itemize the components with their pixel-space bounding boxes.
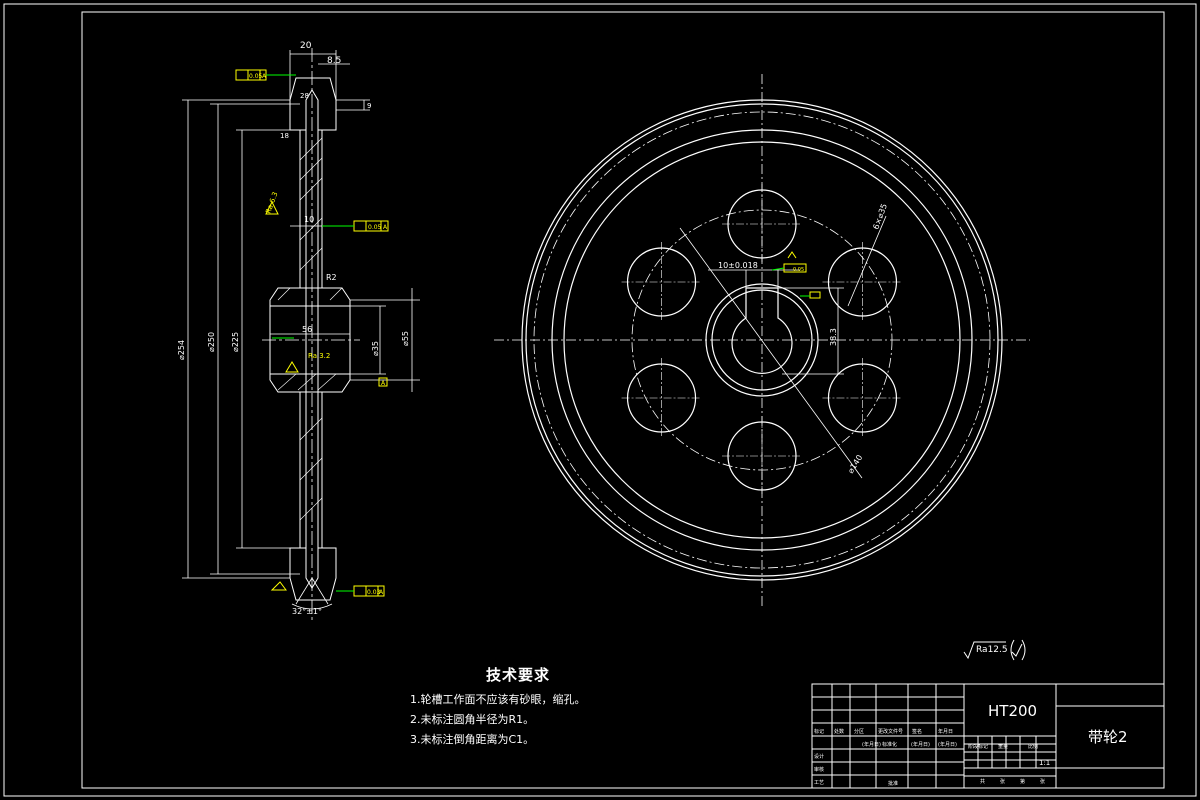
title-block-left-label: 审核 (814, 766, 824, 773)
title-block-left-label: 工艺 (814, 780, 824, 786)
dim-bore: ⌀35 (371, 341, 380, 356)
title-block-stage-label: 重量 (998, 743, 1008, 750)
dim-od-root: ⌀225 (231, 332, 240, 352)
tol-top-value: 0.05 (249, 73, 263, 80)
dim-groove-angle: 32°±1° (292, 607, 322, 616)
part-name: 带轮2 (1088, 728, 1128, 746)
title-block-left-label: 设计 (814, 753, 824, 760)
dim-hub-length: 56 (302, 325, 312, 334)
dim-depth: 9 (367, 102, 371, 110)
key-width-dim: 10±0.018 (718, 261, 758, 270)
sig-date-2: (年月日) (911, 741, 930, 748)
material-label: HT200 (988, 702, 1037, 720)
front-view: 10±0.018 38.3 6×⌀35 ⌀140 0.05 (494, 74, 1030, 606)
dim-web: 10 (304, 215, 314, 224)
dim-od-outer: ⌀254 (177, 340, 186, 360)
dim-od-pitch: ⌀250 (207, 332, 216, 352)
dim-width-top: 20 (300, 41, 312, 51)
dim-angle-small: 28 (300, 92, 309, 100)
tol-web-value: 0.05 (368, 224, 382, 231)
dim-fillet: R2 (326, 273, 337, 282)
roughness-bore: Ra 3.2 (308, 352, 330, 360)
technical-requirements: 技术要求 1.轮槽工作面不应该有砂眼，缩孔。 2.未标注圆角半径为R1。 3.未… (410, 664, 586, 751)
tech-item-1: 1.轮槽工作面不应该有砂眼，缩孔。 (410, 693, 586, 706)
surface-finish-note: Ra12.5 (963, 639, 1026, 661)
title-block-row-label: 年月日 (938, 728, 953, 735)
dim-r18: 18 (280, 132, 289, 140)
pcd-dim: ⌀140 (846, 453, 864, 475)
title-block-sheet-label: 张 (1000, 778, 1005, 785)
surface-finish-value: Ra12.5 (976, 645, 1008, 655)
title-block-row-label: 更改文件号 (878, 728, 903, 735)
key-depth-dim: 38.3 (829, 328, 838, 346)
tech-item-3: 3.未标注倒角距离为C1。 (410, 733, 535, 746)
title-block-stage-label: 比例 (1028, 743, 1038, 750)
hole-dia-dim: 6×⌀35 (871, 202, 889, 230)
keyway-tol-value: 0.05 (793, 267, 804, 273)
tol-web-datum: A (383, 224, 388, 231)
tech-title: 技术要求 (486, 666, 551, 684)
title-block-stage-label: 阶段标记 (968, 743, 988, 750)
tech-item-2: 2.未标注圆角半径为R1。 (410, 713, 535, 726)
sig-date-1: (年月日) (862, 741, 881, 748)
scale-value: 1:1 (1039, 759, 1050, 767)
approve-label: 批准 (888, 780, 898, 787)
std-label: 标准化 (882, 741, 897, 748)
tol-bottom-datum: A (379, 589, 384, 596)
section-view: 20 8.5 9 28 18 R2 10 56 32°±1° ⌀254 ⌀250… (177, 41, 420, 620)
dim-width-small: 8.5 (327, 56, 341, 66)
title-block-sheet-label: 共 (980, 778, 985, 785)
sig-date-3: (年月日) (938, 741, 957, 748)
drawing-frame (3, 3, 1197, 797)
dim-hub-dia: ⌀55 (401, 331, 410, 346)
cad-drawing: 20 8.5 9 28 18 R2 10 56 32°±1° ⌀254 ⌀250… (3, 3, 1197, 797)
roughness-web: Ra 6.3 (264, 191, 279, 215)
title-block-sheet-label: 第 (1020, 778, 1025, 785)
title-block-row-label: 分区 (854, 728, 864, 735)
title-block-row-label: 标记 (814, 728, 824, 735)
title-block-sheet-label: 张 (1040, 778, 1045, 785)
title-block-row-label: 签名 (912, 728, 922, 735)
title-block-row-label: 处数 (834, 728, 844, 735)
